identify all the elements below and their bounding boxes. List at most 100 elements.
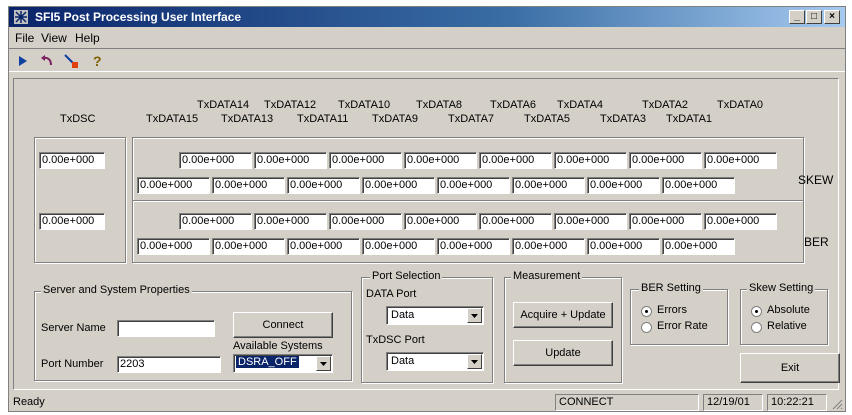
ber-field[interactable]: 0.00e+000	[254, 213, 327, 230]
skew-field[interactable]: 0.00e+000	[179, 152, 252, 169]
skew-relative-label: Relative	[767, 320, 807, 332]
ber-field[interactable]: 0.00e+000	[137, 238, 210, 255]
ber-error-rate-radio[interactable]	[641, 322, 652, 333]
ber-field[interactable]: 0.00e+000	[512, 238, 585, 255]
exit-button[interactable]: Exit	[740, 353, 840, 383]
available-systems-select[interactable]: DSRA_OFF	[233, 354, 333, 373]
txdsc-column: 0.00e+000 0.00e+000	[34, 137, 126, 263]
ber-field[interactable]: 0.00e+000	[662, 238, 735, 255]
update-button[interactable]: Update	[513, 340, 613, 366]
status-bar: Ready CONNECT 12/19/01 10:22:21	[9, 394, 845, 411]
skew-field[interactable]: 0.00e+000	[587, 177, 660, 194]
chevron-down-icon[interactable]	[467, 354, 482, 369]
skew-relative-radio[interactable]	[751, 322, 762, 333]
acquire-update-button[interactable]: Acquire + Update	[513, 302, 613, 328]
app-icon	[14, 10, 28, 24]
skew-field[interactable]: 0.00e+000	[362, 177, 435, 194]
skew-field[interactable]: 0.00e+000	[479, 152, 552, 169]
svg-text:?: ?	[93, 53, 102, 69]
col-txdata9: TxDATA9	[372, 113, 419, 125]
ber-txdsc-field[interactable]: 0.00e+000	[39, 213, 105, 230]
status-ready: Ready	[13, 396, 45, 408]
data-grid: 0.00e+000 0.00e+000 0.00e+000 0.00e+000 …	[132, 137, 804, 263]
stop-icon[interactable]	[61, 51, 81, 71]
menu-file[interactable]: File	[15, 31, 34, 45]
txdsc-port-label: TxDSC Port	[366, 334, 425, 346]
skew-absolute-label: Absolute	[767, 304, 810, 316]
skew-field[interactable]: 0.00e+000	[629, 152, 702, 169]
play-icon[interactable]	[13, 51, 33, 71]
chevron-down-icon[interactable]	[316, 356, 331, 371]
minimize-button[interactable]: _	[789, 10, 805, 24]
port-number-label: Port Number	[41, 358, 104, 370]
col-txdata5: TxDATA5	[524, 113, 571, 125]
ber-field[interactable]: 0.00e+000	[629, 213, 702, 230]
available-systems-label: Available Systems	[233, 340, 323, 352]
col-txdata12: TxDATA12	[264, 99, 317, 111]
col-txdata1: TxDATA1	[666, 113, 713, 125]
col-txdata3: TxDATA3	[600, 113, 647, 125]
toolbar: ?	[9, 48, 845, 72]
server-name-input[interactable]	[117, 320, 215, 337]
measurement-title: Measurement	[511, 270, 583, 282]
ber-field[interactable]: 0.00e+000	[437, 238, 510, 255]
skew-absolute-radio[interactable]	[751, 306, 762, 317]
skew-field[interactable]: 0.00e+000	[287, 177, 360, 194]
status-time: 10:22:21	[767, 394, 827, 411]
col-txdata6: TxDATA6	[490, 99, 537, 111]
skew-field[interactable]: 0.00e+000	[254, 152, 327, 169]
server-name-label: Server Name	[41, 322, 106, 334]
col-txdata8: TxDATA8	[416, 99, 463, 111]
data-port-select[interactable]: Data	[386, 306, 484, 325]
col-txdata10: TxDATA10	[338, 99, 391, 111]
skew-field[interactable]: 0.00e+000	[704, 152, 777, 169]
help-icon[interactable]: ?	[87, 51, 107, 71]
skew-setting-group: Skew Setting Absolute Relative	[740, 282, 828, 345]
port-number-input[interactable]: 2203	[117, 356, 221, 373]
ber-errors-radio[interactable]	[641, 306, 652, 317]
ber-field[interactable]: 0.00e+000	[479, 213, 552, 230]
status-connection: CONNECT	[555, 394, 699, 411]
ber-field[interactable]: 0.00e+000	[329, 213, 402, 230]
col-txdata7: TxDATA7	[448, 113, 495, 125]
skew-row-label: SKEW	[798, 173, 834, 187]
ber-field[interactable]: 0.00e+000	[362, 238, 435, 255]
skew-field[interactable]: 0.00e+000	[212, 177, 285, 194]
menu-help[interactable]: Help	[75, 31, 100, 45]
skew-field[interactable]: 0.00e+000	[137, 177, 210, 194]
ber-field[interactable]: 0.00e+000	[287, 238, 360, 255]
ber-field[interactable]: 0.00e+000	[554, 213, 627, 230]
ber-field[interactable]: 0.00e+000	[212, 238, 285, 255]
skew-txdsc-field[interactable]: 0.00e+000	[39, 152, 105, 169]
skew-field[interactable]: 0.00e+000	[329, 152, 402, 169]
close-button[interactable]: ×	[824, 10, 840, 24]
connect-button[interactable]: Connect	[233, 312, 333, 338]
window-title: SFI5 Post Processing User Interface	[35, 10, 242, 24]
txdsc-port-select[interactable]: Data	[386, 352, 484, 371]
data-port-label: DATA Port	[366, 288, 417, 300]
server-group-title: Server and System Properties	[41, 284, 192, 296]
ber-field[interactable]: 0.00e+000	[404, 213, 477, 230]
server-properties-group: Server and System Properties Server Name…	[34, 284, 352, 381]
status-date: 12/19/01	[703, 394, 763, 411]
maximize-button[interactable]: □	[806, 10, 822, 24]
ber-field[interactable]: 0.00e+000	[179, 213, 252, 230]
measurement-group: Measurement Acquire + Update Update	[504, 270, 622, 383]
ber-field[interactable]: 0.00e+000	[704, 213, 777, 230]
ber-setting-group: BER Setting Errors Error Rate	[630, 282, 728, 345]
skew-field[interactable]: 0.00e+000	[662, 177, 735, 194]
available-systems-value: DSRA_OFF	[236, 356, 299, 368]
ber-errors-label: Errors	[657, 304, 687, 316]
chevron-down-icon[interactable]	[467, 308, 482, 323]
txdsc-header: TxDSC	[60, 113, 96, 125]
skew-field[interactable]: 0.00e+000	[554, 152, 627, 169]
skew-field[interactable]: 0.00e+000	[404, 152, 477, 169]
resize-grip-icon[interactable]	[831, 398, 843, 410]
port-selection-title: Port Selection	[370, 270, 443, 282]
skew-field[interactable]: 0.00e+000	[512, 177, 585, 194]
undo-icon[interactable]	[37, 51, 57, 71]
menu-view[interactable]: View	[41, 31, 67, 45]
grid-divider	[133, 200, 803, 202]
skew-field[interactable]: 0.00e+000	[437, 177, 510, 194]
ber-field[interactable]: 0.00e+000	[587, 238, 660, 255]
